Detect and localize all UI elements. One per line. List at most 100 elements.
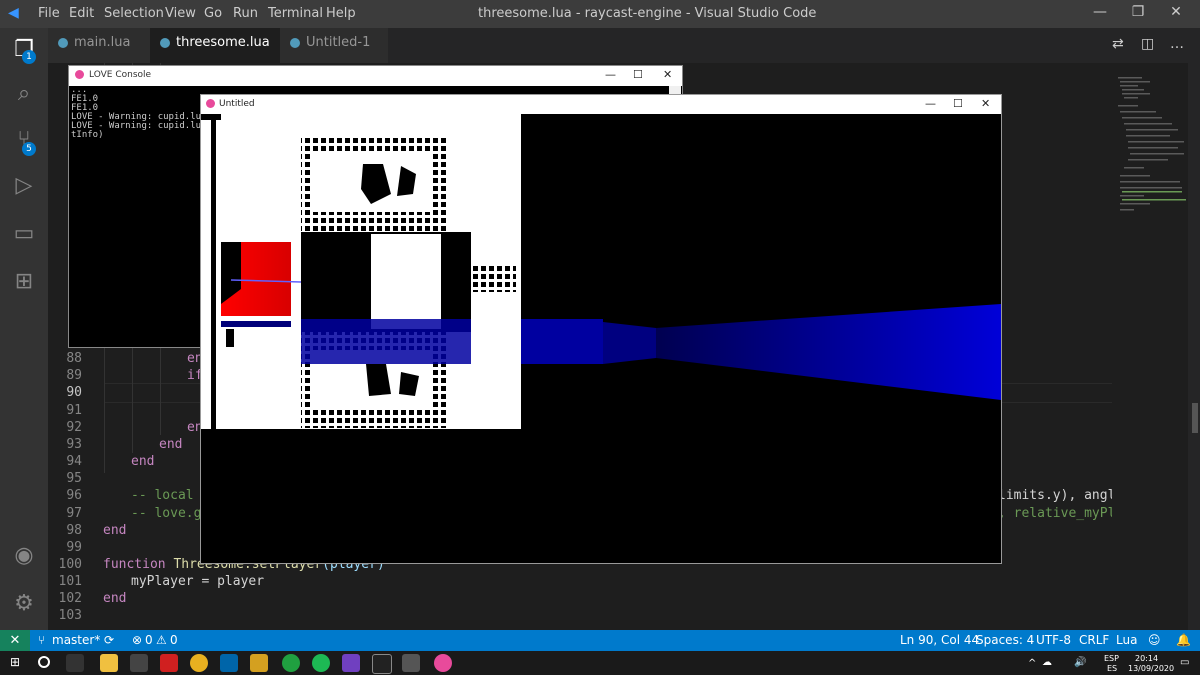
close-icon[interactable]: ✕ [1166,4,1186,24]
lua-file-icon [160,37,170,48]
menu-help[interactable]: Help [326,6,356,21]
menu-file[interactable]: File [38,6,60,21]
sync-icon[interactable]: ⟳ [104,633,114,647]
tab-main-lua[interactable]: main.lua [48,28,150,63]
menu-go[interactable]: Go [204,6,222,21]
code-line: myPlayer = player [131,574,265,589]
activity-bar: ❐ 1 ⌕ ⑂ 5 ▷ ▭ ⊞ ◉ ⚙ [0,28,48,630]
line-ending[interactable]: CRLF [1079,633,1109,647]
clock-date[interactable]: 13/09/2020 [1128,664,1174,673]
run-debug-icon[interactable]: ▷ [8,170,40,202]
cloud-icon[interactable]: ☁ [1042,657,1052,668]
wall-slice [521,319,603,364]
line-number: 101 [58,574,82,589]
lua-file-icon [58,37,68,48]
console-close-icon[interactable]: ✕ [663,68,672,81]
volume-icon[interactable]: 🔊 [1074,657,1086,668]
notifications-icon[interactable]: 🔔 [1176,633,1191,647]
map-wall [226,329,234,347]
menu-edit[interactable]: Edit [69,6,94,21]
game-close-icon[interactable]: ✕ [981,97,990,110]
map-wall [201,114,221,120]
language-indicator[interactable]: ESP [1104,654,1119,663]
terminal-icon[interactable] [372,654,392,674]
search-icon[interactable]: ⌕ [8,78,40,110]
menu-terminal[interactable]: Terminal [268,6,323,21]
chrome-icon[interactable] [190,654,208,672]
code-line: end [103,523,127,538]
game-canvas [201,114,1001,429]
upwork-icon[interactable] [282,654,300,672]
line-number: 93 [66,437,82,452]
git-branch[interactable]: master* [52,633,100,647]
app-icon[interactable] [402,654,420,672]
love-logo-icon [206,99,215,108]
maximize-icon[interactable]: ❐ [1128,4,1148,24]
tab-threesome-lua[interactable]: threesome.lua × [150,28,280,80]
console-title: LOVE Console [89,70,152,80]
remote-explorer-icon[interactable]: ▭ [8,218,40,250]
menu-selection[interactable]: Selection [104,6,164,21]
indentation[interactable]: Spaces: 4 [976,633,1034,647]
error-icon[interactable]: ⊗ [132,633,142,647]
warning-icon[interactable]: ⚠ [156,633,167,647]
spotify-icon[interactable] [312,654,330,672]
love-taskbar-icon[interactable] [434,654,452,672]
map-tiles [471,264,516,292]
search-icon[interactable] [38,656,50,668]
scrollbar-thumb[interactable] [1192,403,1198,433]
error-count[interactable]: 0 [145,633,153,647]
line-number: 94 [66,454,82,469]
split-editor-icon[interactable]: ◫ [1141,36,1154,52]
minimize-icon[interactable]: — [1090,4,1110,24]
settings-gear-icon[interactable]: ⚙ [8,588,40,620]
compare-icon[interactable]: ⇄ [1112,36,1124,52]
more-actions-icon[interactable]: … [1170,36,1184,52]
encoding[interactable]: UTF-8 [1036,633,1071,647]
game-maximize-icon[interactable]: ☐ [953,97,963,110]
vertical-scrollbar[interactable] [1188,63,1200,630]
file-icon [290,37,300,48]
game-window[interactable]: Untitled — ☐ ✕ [200,94,1002,564]
store-icon[interactable] [130,654,148,672]
cursor-position[interactable]: Ln 90, Col 44 [900,633,979,647]
console-title-bar: LOVE Console — ☐ ✕ [69,66,682,86]
file-explorer-icon[interactable] [100,654,118,672]
vscode-icon[interactable] [220,654,238,672]
tab-untitled-1[interactable]: Untitled-1 ● [280,28,388,80]
console-output: ... FE1.0 FE1.0 LOVE - Warning: cupid.lu… [71,85,212,140]
account-icon[interactable]: ◉ [8,540,40,572]
menu-run[interactable]: Run [233,6,258,21]
wall-slice [603,322,656,364]
console-maximize-icon[interactable]: ☐ [633,68,643,81]
crystal-app-icon[interactable] [342,654,360,672]
line-number: 89 [66,368,82,383]
git-branch-icon[interactable]: ⑂ [38,633,45,647]
game-minimize-icon[interactable]: — [925,97,936,110]
warning-count[interactable]: 0 [170,633,178,647]
task-view-icon[interactable] [66,654,84,672]
line-number: 88 [66,351,82,366]
language-mode[interactable]: Lua [1116,633,1137,647]
remote-indicator-icon[interactable]: ✕ [0,630,30,651]
line-number: 91 [66,403,82,418]
keyboard-layout[interactable]: ES [1107,664,1117,673]
title-bar: ◀ File Edit Selection View Go Run Termin… [0,0,1200,28]
tab-label: main.lua [74,35,131,50]
code-line: end [131,454,155,469]
menu-view[interactable]: View [165,6,196,21]
tray-chevron-icon[interactable]: ^ [1028,658,1036,669]
notifications-icon[interactable]: ▭ [1180,657,1189,668]
app-icon[interactable] [160,654,178,672]
clock-time[interactable]: 20:14 [1135,654,1158,663]
map-tiles [311,244,351,324]
taskbar: ⊞ ^ ☁ 🔊 ESP ES 20:14 13/09/2020 ▭ [0,651,1200,675]
console-minimize-icon[interactable]: — [605,68,616,81]
lambda-app-icon[interactable] [250,654,268,672]
ray-fan [221,321,291,327]
minimap[interactable] [1112,63,1188,630]
feedback-icon[interactable]: ☺ [1148,633,1161,647]
extensions-icon[interactable]: ⊞ [8,266,40,298]
code-line: -- love.gr [131,506,210,521]
windows-start-icon[interactable]: ⊞ [10,656,22,668]
